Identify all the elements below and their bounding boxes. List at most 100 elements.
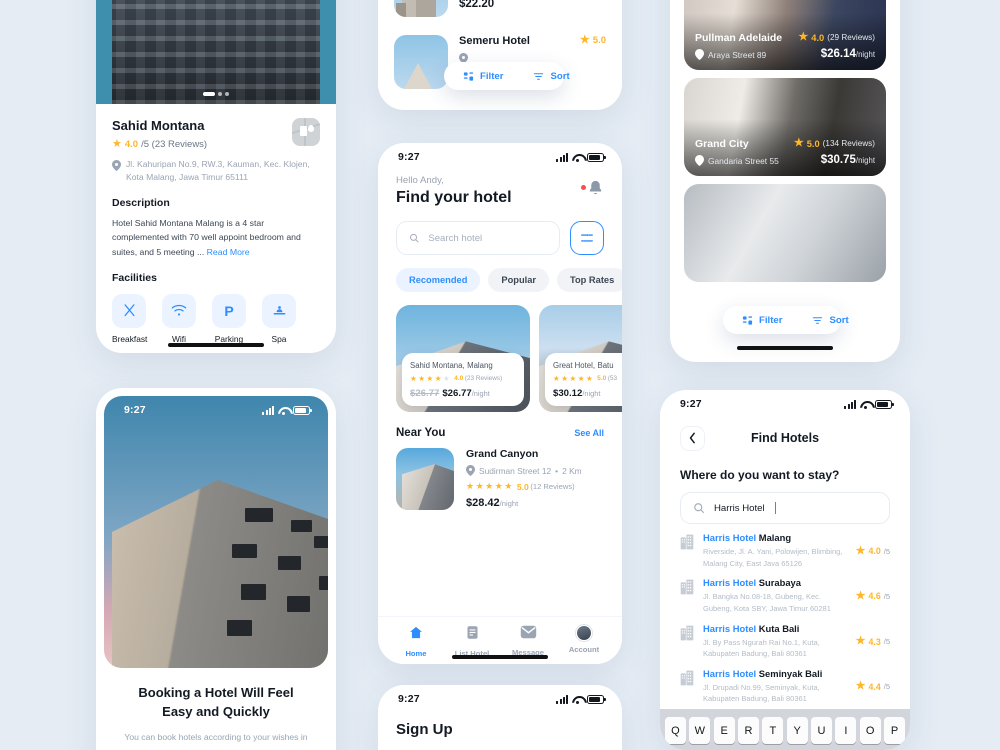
star-icon: ★ — [855, 589, 866, 602]
hotel-distance: 2 Km — [562, 465, 582, 476]
hotel-card-info: Great Hotel, Batu ★ ★ ★ ★ ★ 5.0 (53 $30.12/n… — [545, 353, 622, 406]
filter-toggle-button[interactable] — [570, 221, 604, 255]
tab-home[interactable]: Home — [392, 625, 440, 658]
building-icon — [680, 625, 694, 640]
key-w[interactable]: W — [689, 717, 711, 744]
hotel-card[interactable]: Sahid Montana, Malang ★ ★ ★ ★ ★ 4.0 (23 Revi… — [396, 305, 530, 412]
hotel-price: $30.12/night — [553, 388, 622, 399]
on-screen-keyboard: QWERTYUIOP — [660, 709, 910, 750]
key-i[interactable]: I — [835, 717, 857, 744]
sort-button[interactable]: Sort — [797, 315, 863, 326]
tab-list-hotel[interactable]: List Hotel — [448, 625, 496, 658]
carousel-dots[interactable] — [203, 92, 229, 96]
star-icon: ★ — [855, 544, 866, 557]
rating-value: 4.0 — [811, 32, 825, 43]
result-address: Jl. Bangka No.08-18, Gubeng, Kec. Gubeng… — [703, 592, 831, 613]
facility-wifi[interactable]: Wifi — [162, 293, 196, 344]
tab-message[interactable]: Message — [504, 625, 552, 658]
star-icon: ★ — [855, 635, 866, 648]
search-input-wrapper[interactable] — [396, 221, 560, 255]
key-u[interactable]: U — [811, 717, 832, 744]
chip-recomended[interactable]: Recomended — [396, 268, 481, 292]
result-title: Harris Hotel Seminyak Bali — [703, 668, 847, 679]
status-icons — [556, 152, 606, 162]
chip-top-rates[interactable]: Top Rates — [557, 268, 622, 292]
hotel-thumbnail — [394, 0, 448, 17]
key-q[interactable]: Q — [664, 717, 686, 744]
hotel-hero-image — [96, 0, 336, 104]
facilities-row: Breakfast Wifi P Parking Spa — [112, 293, 320, 344]
hotel-name: Sahid Montana, Malang — [410, 360, 516, 370]
result-text: Harris Hotel Surabaya Jl. Bangka No.08-1… — [703, 577, 847, 614]
key-o[interactable]: O — [859, 717, 881, 744]
read-more-link[interactable]: Read More — [207, 247, 250, 257]
wifi-icon — [860, 400, 871, 409]
near-you-item[interactable]: Grand Canyon Sudirman Street 12 • 2 Km ★… — [396, 448, 604, 510]
rating-value: 5.0 — [516, 481, 529, 492]
hotel-stars: ★ ★ ★ ★ ★ 5.0 (12 Reviews) — [466, 481, 575, 492]
map-thumbnail[interactable] — [292, 118, 320, 146]
parking-icon: P — [212, 293, 246, 328]
onboarding-title: Booking a Hotel Will Feel Easy and Quick… — [96, 684, 336, 722]
filter-label: Filter — [480, 70, 504, 82]
result-title: Harris Hotel Kuta Bali — [703, 623, 847, 634]
hotel-name-text: Great Hotel, — [553, 361, 596, 370]
cutlery-icon — [112, 293, 146, 328]
hotel-photo-card[interactable]: Grand City Gandaria Street 55 ★ 5.0 (134… — [684, 78, 886, 176]
key-r[interactable]: R — [738, 717, 759, 744]
key-y[interactable]: Y — [786, 717, 808, 744]
star-icon: ★ — [855, 680, 866, 693]
search-input[interactable] — [428, 232, 547, 244]
rating-reviews: (134 Reviews) — [822, 139, 875, 148]
facility-spa[interactable]: Spa — [262, 293, 296, 344]
current-price: $30.12 — [553, 388, 583, 399]
search-result-item[interactable]: Harris Hotel Surabaya Jl. Bangka No.08-1… — [680, 569, 890, 614]
see-all-link[interactable]: See All — [574, 428, 604, 438]
category-chips: Recomended Popular Top Rates — [396, 268, 622, 292]
key-p[interactable]: P — [884, 717, 906, 744]
greeting-text: Hello Andy, — [396, 175, 444, 186]
list-item[interactable]: Samantha Hotel Ori Street 12 $22.20 ★ 5.… — [378, 0, 622, 26]
hotel-card[interactable]: Great Hotel, Batu ★ ★ ★ ★ ★ 5.0 (53 $30.12/n… — [539, 305, 622, 412]
result-rating: ★ 4.0/5 — [856, 533, 890, 569]
facility-parking[interactable]: P Parking — [212, 293, 246, 344]
chip-popular[interactable]: Popular — [488, 268, 549, 292]
result-address: Jl. Drupadi No.99, Seminyak, Kuta, Kabup… — [703, 682, 820, 704]
search-result-item[interactable]: Harris Hotel Seminyak Bali Jl. Drupadi N… — [680, 660, 890, 705]
status-bar: 9:27 — [660, 390, 910, 412]
search-result-item[interactable]: Harris Hotel Malang Riverside, Jl. A. Ya… — [680, 524, 890, 569]
hotel-address: Sudirman Street 12 • 2 Km — [466, 465, 582, 476]
hotel-address-text: Gandaria Street 55 — [708, 155, 779, 166]
rating-value: 4.0 — [454, 375, 464, 382]
page-title: Find your hotel — [396, 189, 512, 206]
rating-reviews: /5 (23 Reviews) — [141, 139, 208, 150]
filter-sort-pill: Filter Sort — [723, 306, 849, 334]
hotel-stars: ★ ★ ★ ★ ★ 4.0 (23 Reviews) — [410, 374, 503, 383]
hotel-address-text: Araya Street 89 — [708, 49, 767, 60]
hotel-photo-card[interactable] — [684, 184, 886, 282]
near-you-header: Near You See All — [396, 427, 604, 439]
hotel-thumbnail — [394, 35, 448, 89]
hotel-city: Malang — [467, 361, 493, 370]
hotel-card-info: Sahid Montana, Malang ★ ★ ★ ★ ★ 4.0 (23 Revi… — [402, 353, 524, 406]
hotel-price: $28.42/night — [466, 497, 582, 509]
hotel-stars: ★ ★ ★ ★ ★ 5.0 (53 — [553, 374, 618, 383]
sort-button[interactable]: Sort — [518, 71, 584, 82]
facility-breakfast[interactable]: Breakfast — [112, 293, 147, 344]
hotel-list-card: $22.42 Samantha Hotel Ori Street 12 $22.… — [378, 0, 622, 110]
filter-button[interactable]: Filter — [448, 71, 518, 82]
search-result-item[interactable]: Harris Hotel Kuta Bali Jl. By Pass Ngura… — [680, 615, 890, 660]
key-e[interactable]: E — [713, 717, 735, 744]
building-icon — [680, 534, 694, 550]
battery-icon — [587, 694, 606, 704]
hotel-photo-card[interactable]: Pullman Adelaide Araya Street 89 ★ 4.0 (… — [684, 0, 886, 70]
bell-icon[interactable] — [581, 179, 604, 198]
battery-icon — [587, 152, 606, 162]
hotel-rating: ★ 5.0 — [580, 35, 606, 47]
key-t[interactable]: T — [762, 717, 784, 744]
filter-button[interactable]: Filter — [727, 315, 797, 326]
recommended-carousel[interactable]: Sahid Montana, Malang ★ ★ ★ ★ ★ 4.0 (23 Revi… — [396, 305, 622, 412]
search-input-wrapper[interactable]: Harris Hotel — [680, 492, 890, 524]
tab-account[interactable]: Account — [560, 625, 608, 658]
current-price: $28.42 — [466, 497, 500, 509]
